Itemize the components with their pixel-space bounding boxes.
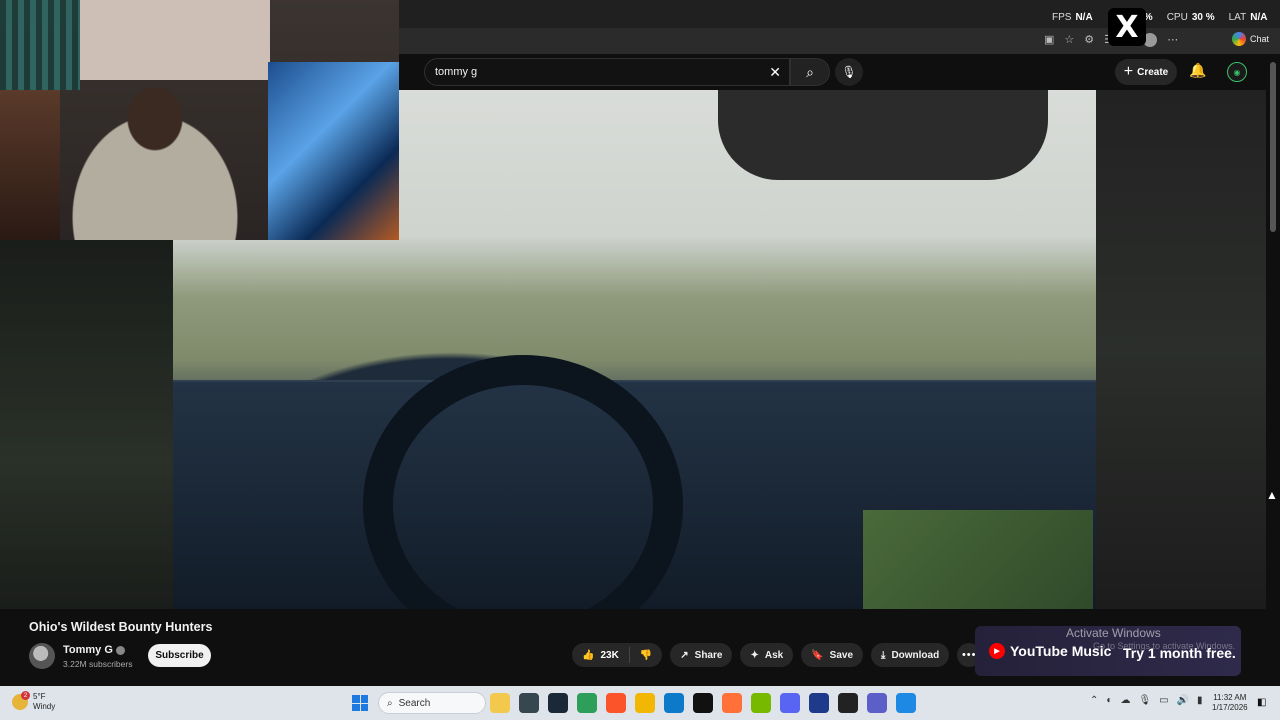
windows-taskbar: 2 5°F Windy ⌕ Search ⌃ ◐ ☁ 🎙 ▭ 🔊 ▮ 11:32… xyxy=(0,686,1280,720)
windows-start-button[interactable] xyxy=(352,695,368,711)
microphone-icon: 🎙 xyxy=(841,65,857,79)
ambient-right xyxy=(1096,90,1266,609)
taskbar-app-icon[interactable] xyxy=(606,693,626,713)
taskbar-app-icon[interactable] xyxy=(722,693,742,713)
volume-icon[interactable]: 🔊 xyxy=(1177,695,1189,706)
youtube-header: tommy g ✕ ⌕ 🎙 + Create 🔔 ◉ xyxy=(399,54,1280,90)
performance-overlay: FPS N/A % CPU 30 % LAT N/A xyxy=(1052,12,1267,23)
activate-windows-subtitle: Go to Settings to activate Windows. xyxy=(1093,641,1236,651)
x-logo-icon: X xyxy=(1108,8,1146,46)
download-button[interactable]: ⤓ Download xyxy=(871,643,950,667)
favorite-star-icon[interactable]: ☆ xyxy=(1064,33,1074,47)
search-input[interactable]: tommy g ✕ xyxy=(424,58,790,86)
bookmark-icon: 🔖 xyxy=(811,649,824,661)
download-icon: ⤓ xyxy=(881,649,886,661)
more-options-icon[interactable]: ⋯ xyxy=(1167,33,1178,47)
search-icon: ⌕ xyxy=(806,63,814,80)
taskbar-app-icon[interactable] xyxy=(809,693,829,713)
taskbar-clock[interactable]: 11:32 AM 1/17/2026 xyxy=(1212,693,1248,713)
search-button[interactable]: ⌕ xyxy=(790,58,830,86)
taskbar-app-icon[interactable] xyxy=(780,693,800,713)
search-icon: ⌕ xyxy=(387,697,393,709)
weather-badge: 2 xyxy=(21,691,30,700)
webcam-pixel-art xyxy=(0,0,80,90)
steam-tray-icon[interactable]: ◐ xyxy=(1106,695,1112,706)
plus-icon: + xyxy=(1123,63,1134,80)
taskbar-app-icon[interactable] xyxy=(577,693,597,713)
mouse-cursor-icon: ▲ xyxy=(1266,488,1278,502)
like-button[interactable]: 👍 23K xyxy=(572,647,630,663)
battery-icon[interactable]: ▮ xyxy=(1197,695,1203,706)
fps-stat: FPS N/A xyxy=(1052,12,1093,23)
weather-icon: 2 xyxy=(12,691,30,710)
channel-name[interactable]: Tommy G xyxy=(63,644,125,656)
webcam-person xyxy=(50,88,260,240)
video-frame-mirror xyxy=(718,90,1048,180)
taskbar-app-icon[interactable] xyxy=(490,693,510,713)
taskbar-app-icon[interactable] xyxy=(548,693,568,713)
tray-chevron-icon[interactable]: ⌃ xyxy=(1090,695,1098,706)
network-icon[interactable]: ▭ xyxy=(1159,695,1168,706)
account-avatar[interactable]: ◉ xyxy=(1227,62,1247,82)
weather-widget[interactable]: 2 5°F Windy xyxy=(12,691,56,712)
taskbar-app-icon[interactable] xyxy=(693,693,713,713)
video-title: Ohio's Wildest Bounty Hunters xyxy=(29,620,213,634)
microphone-tray-icon[interactable]: 🎙 xyxy=(1138,695,1151,706)
clock-time: 11:32 AM xyxy=(1213,693,1247,702)
clock-date: 1/17/2026 xyxy=(1212,703,1248,712)
channel-avatar[interactable] xyxy=(29,643,55,669)
webcam-overlay xyxy=(0,0,399,240)
screen: ▣ ☆ ⚙ ☰ ⬇ ⋯ Chat FPSN/A % CPU30 % LATN/A… xyxy=(0,0,1280,720)
extensions-icon[interactable]: ⚙ xyxy=(1084,33,1094,47)
copilot-chat-button[interactable]: Chat xyxy=(1232,32,1269,46)
webcam-poster xyxy=(268,62,399,240)
page-scrollbar[interactable] xyxy=(1266,54,1280,686)
thumbs-up-icon: 👍 xyxy=(582,649,595,661)
latency-stat: LAT N/A xyxy=(1228,12,1268,23)
system-tray: ⌃ ◐ ☁ 🎙 ▭ 🔊 ▮ xyxy=(1090,695,1203,706)
create-button[interactable]: + Create xyxy=(1115,59,1177,85)
taskbar-app-icon[interactable] xyxy=(664,693,684,713)
verified-icon xyxy=(115,645,125,655)
save-button[interactable]: 🔖 Save xyxy=(801,643,864,667)
webcam-wall xyxy=(80,0,270,80)
scrollbar-thumb[interactable] xyxy=(1270,62,1276,232)
video-info: Ohio's Wildest Bounty Hunters Tommy G 3.… xyxy=(0,609,1266,690)
like-dislike-group: 👍 23K 👎 xyxy=(572,643,663,667)
taskbar-search[interactable]: ⌕ Search xyxy=(378,692,486,714)
taskbar-app-icon[interactable] xyxy=(519,693,539,713)
cloud-tray-icon[interactable]: ☁ xyxy=(1120,695,1130,706)
split-screen-icon[interactable]: ▣ xyxy=(1044,33,1054,47)
taskbar-app-icon[interactable] xyxy=(751,693,771,713)
copilot-icon xyxy=(1232,32,1246,46)
dislike-button[interactable]: 👎 xyxy=(630,650,662,661)
weather-condition: Windy xyxy=(33,702,56,711)
notification-icon[interactable]: ◧ xyxy=(1257,697,1266,708)
youtube-music-icon: ▶ xyxy=(989,643,1005,659)
taskbar-app-icon[interactable] xyxy=(896,693,916,713)
clear-search-icon[interactable]: ✕ xyxy=(769,64,781,81)
sparkle-icon: ✦ xyxy=(750,649,759,661)
ask-button[interactable]: ✦ Ask xyxy=(740,643,794,667)
activate-windows-title: Activate Windows xyxy=(1066,626,1161,640)
weather-temperature: 5°F xyxy=(33,692,46,701)
taskbar-app-icon[interactable] xyxy=(838,693,858,713)
video-actions: 👍 23K 👎 ↗ Share ✦ Ask 🔖 Save ⤓ Download xyxy=(572,643,982,667)
voice-search-button[interactable]: 🎙 xyxy=(835,58,863,86)
subscriber-count: 3.22M subscribers xyxy=(63,659,133,669)
share-icon: ↗ xyxy=(680,649,689,661)
taskbar-apps xyxy=(490,693,916,713)
share-button[interactable]: ↗ Share xyxy=(670,643,733,667)
video-frame-screen xyxy=(863,510,1093,609)
taskbar-app-icon[interactable] xyxy=(635,693,655,713)
ambient-left xyxy=(0,240,173,609)
cpu-stat: CPU 30 % xyxy=(1166,12,1215,23)
thumbs-down-icon: 👎 xyxy=(639,649,653,661)
taskbar-app-icon[interactable] xyxy=(867,693,887,713)
notifications-bell-icon[interactable]: 🔔 xyxy=(1189,62,1206,79)
subscribe-button[interactable]: Subscribe xyxy=(148,644,211,667)
